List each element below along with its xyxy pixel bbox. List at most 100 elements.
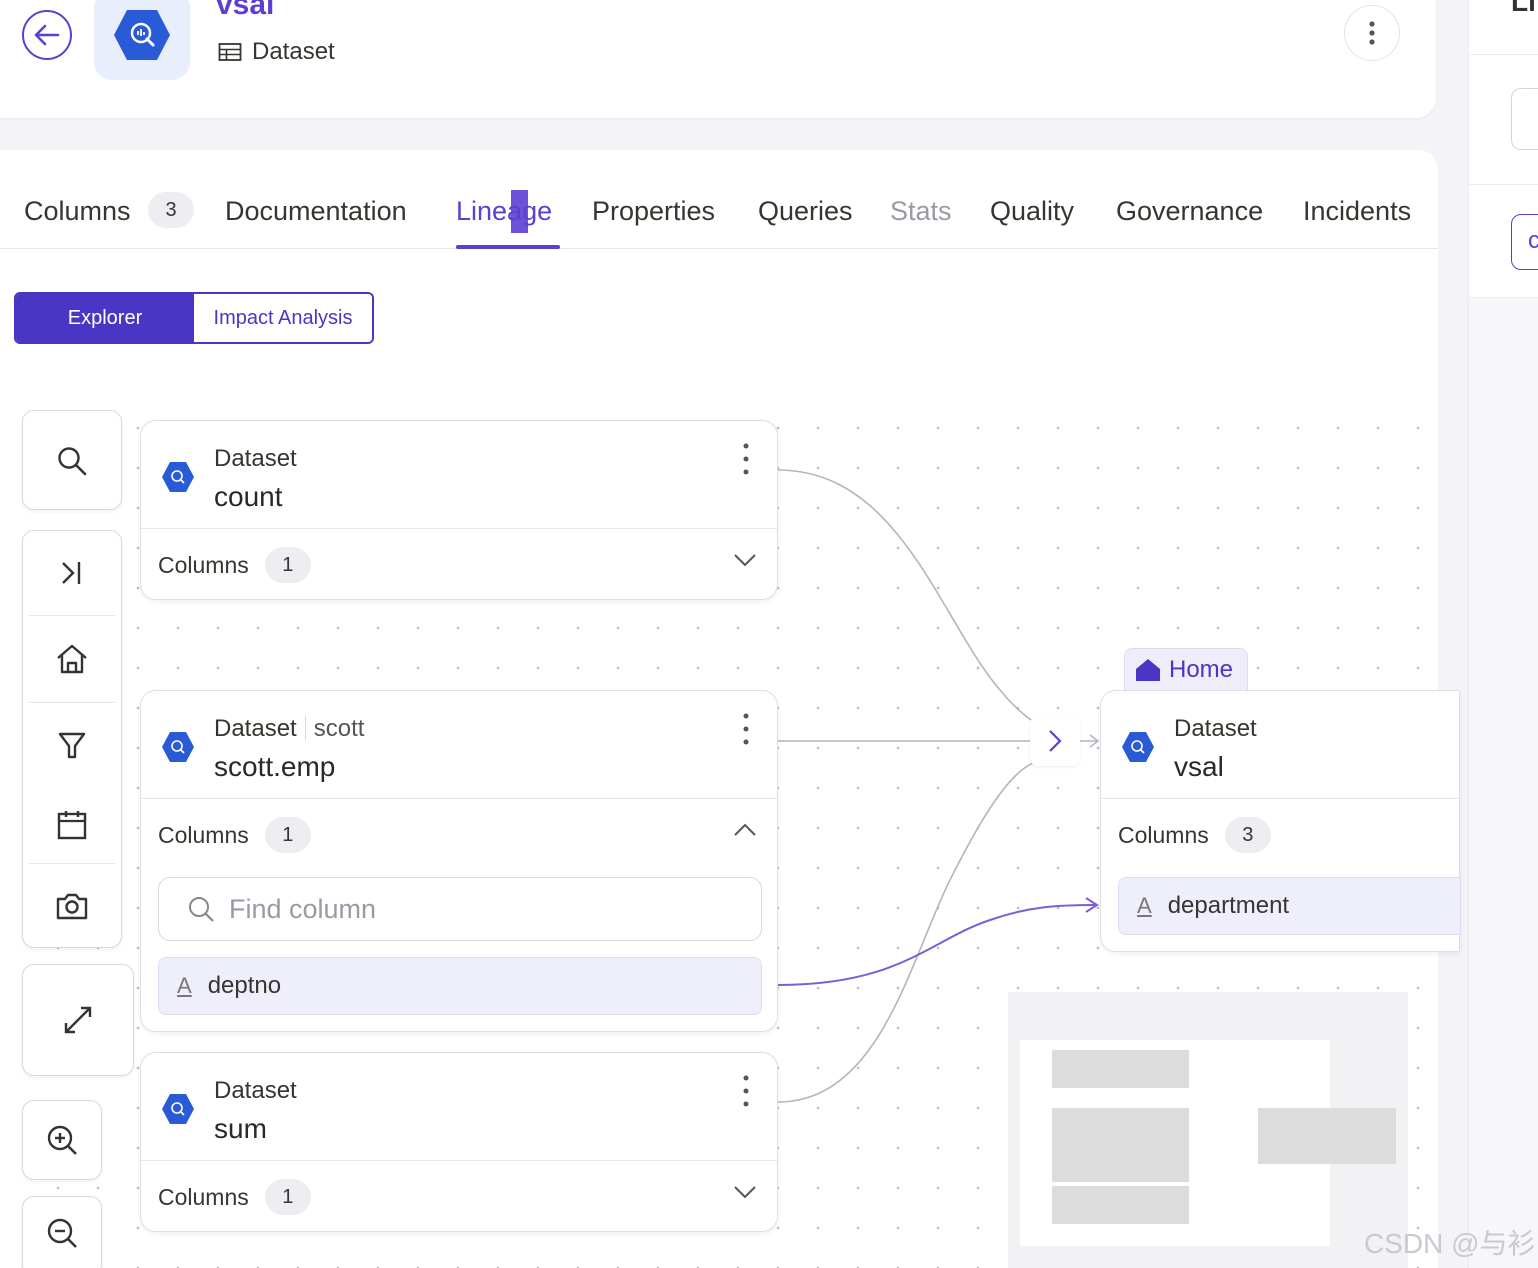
columns-count-badge: 3: [1224, 817, 1271, 853]
more-vertical-icon[interactable]: [741, 711, 751, 747]
lineage-node-vsal[interactable]: Dataset vsal Columns 3 A department: [1100, 690, 1461, 952]
bigquery-icon: [114, 10, 170, 60]
screenshot-button[interactable]: [23, 864, 121, 948]
right-side-panel: Li c: [1468, 0, 1538, 1268]
fit-view-button[interactable]: [22, 964, 134, 1076]
home-button[interactable]: [23, 616, 121, 702]
find-column-input[interactable]: Find column: [158, 877, 762, 941]
collapse-icon: [62, 562, 81, 584]
filter-icon: [58, 732, 86, 759]
lineage-node-sum[interactable]: Dataset sum Columns 1: [140, 1052, 778, 1232]
more-vertical-icon: [1369, 21, 1375, 45]
node-type-label: Dataset: [214, 715, 297, 742]
more-actions-button[interactable]: [1344, 5, 1400, 61]
more-vertical-icon[interactable]: [741, 441, 751, 477]
zoom-out-icon: [47, 1218, 77, 1248]
node-type: Dataset: [214, 1077, 297, 1104]
node-type: Dataset: [1174, 715, 1257, 742]
tab-bar: Columns 3 Documentation Lineage Properti…: [0, 150, 1438, 249]
tab-queries[interactable]: Queries: [758, 196, 853, 227]
columns-toggle[interactable]: Columns 1: [158, 817, 311, 853]
node-type: Dataset scott: [214, 715, 364, 743]
lineage-node-scott-emp[interactable]: Dataset scott scott.emp Columns 1 Find co…: [140, 690, 778, 1032]
home-tag-label: Home: [1169, 655, 1234, 683]
column-item-deptno[interactable]: A deptno: [158, 957, 762, 1015]
tab-quality[interactable]: Quality: [990, 196, 1074, 227]
table-icon: [218, 43, 242, 61]
entity-service-icon: [94, 0, 190, 80]
active-tab-indicator: [456, 245, 560, 249]
entity-type-label: Dataset: [252, 38, 335, 65]
column-item-department[interactable]: A department: [1118, 877, 1461, 935]
tab-columns[interactable]: Columns 3: [24, 191, 195, 228]
tab-label: Columns: [24, 196, 131, 226]
chevron-down-icon[interactable]: [733, 553, 757, 567]
minimap-node: [1052, 1186, 1189, 1224]
chevron-up-icon[interactable]: [733, 823, 757, 837]
node-name: count: [214, 481, 283, 512]
home-icon: [1136, 658, 1160, 681]
minimap-node: [1258, 1108, 1396, 1164]
minimap[interactable]: [1008, 992, 1408, 1268]
fit-icon: [64, 1006, 92, 1034]
tab-count-badge: 3: [148, 191, 195, 228]
zoom-out-button[interactable]: [22, 1196, 102, 1268]
bigquery-icon: [162, 1094, 194, 1124]
minimap-node: [1052, 1108, 1189, 1182]
explorer-option[interactable]: Explorer: [16, 294, 194, 342]
watermark: CSDN @与衫: [1364, 1228, 1536, 1259]
calendar-icon: [57, 811, 87, 840]
entity-type: Dataset: [218, 38, 335, 66]
date-filter-button[interactable]: [23, 787, 121, 863]
columns-count-badge: 1: [264, 1179, 311, 1215]
node-header: Dataset sum: [141, 1053, 777, 1161]
tab-documentation[interactable]: Documentation: [225, 196, 407, 227]
columns-label: Columns: [158, 1183, 249, 1210]
node-header: Dataset count: [141, 421, 777, 529]
impact-analysis-option[interactable]: Impact Analysis: [194, 294, 372, 342]
node-service-name: scott: [313, 715, 365, 742]
columns-count-badge: 1: [264, 817, 311, 853]
zoom-in-button[interactable]: [22, 1100, 102, 1180]
columns-label: Columns: [1118, 821, 1209, 848]
expand-lineage-button[interactable]: [1030, 716, 1080, 766]
tab-incidents[interactable]: Incidents: [1303, 196, 1411, 227]
text-selection-cursor: [511, 190, 528, 233]
chevron-right-icon: [1049, 730, 1062, 752]
camera-icon: [56, 893, 88, 920]
zoom-in-icon: [47, 1125, 77, 1155]
chevron-down-icon[interactable]: [733, 1185, 757, 1199]
minimap-node: [1052, 1050, 1189, 1088]
columns-toggle[interactable]: Columns 1: [158, 1179, 311, 1215]
more-vertical-icon[interactable]: [741, 1073, 751, 1109]
search-control[interactable]: [22, 410, 122, 510]
columns-label: Columns: [158, 551, 249, 578]
back-button[interactable]: [22, 10, 72, 60]
home-icon: [57, 644, 87, 674]
home-node-tag: Home: [1124, 648, 1248, 690]
bigquery-icon: [162, 732, 194, 762]
tab-governance[interactable]: Governance: [1116, 196, 1263, 227]
columns-label: Columns: [158, 821, 249, 848]
type-separator: [304, 716, 306, 740]
string-type-icon: A: [177, 973, 192, 998]
search-icon: [189, 897, 214, 922]
columns-toggle[interactable]: Columns 1: [158, 547, 311, 583]
right-panel-title: Li: [1511, 0, 1536, 17]
columns-toggle[interactable]: Columns 3: [1118, 817, 1271, 853]
filter-button[interactable]: [23, 703, 121, 787]
right-panel-button[interactable]: c: [1511, 214, 1538, 270]
node-type: Dataset: [214, 445, 297, 472]
tab-lineage[interactable]: Lineage: [456, 196, 552, 227]
tab-stats: Stats: [890, 196, 952, 226]
lineage-node-count[interactable]: Dataset count Columns 1: [140, 420, 778, 600]
tab-properties[interactable]: Properties: [592, 196, 715, 227]
right-panel-card[interactable]: [1511, 88, 1538, 150]
canvas-toolbar: [22, 530, 122, 948]
column-name: deptno: [207, 972, 282, 999]
columns-count-badge: 1: [264, 547, 311, 583]
right-panel-body: [1469, 298, 1538, 1268]
node-name: scott.emp: [214, 751, 336, 782]
entity-name: vsal: [216, 0, 275, 21]
collapse-button[interactable]: [23, 531, 121, 615]
